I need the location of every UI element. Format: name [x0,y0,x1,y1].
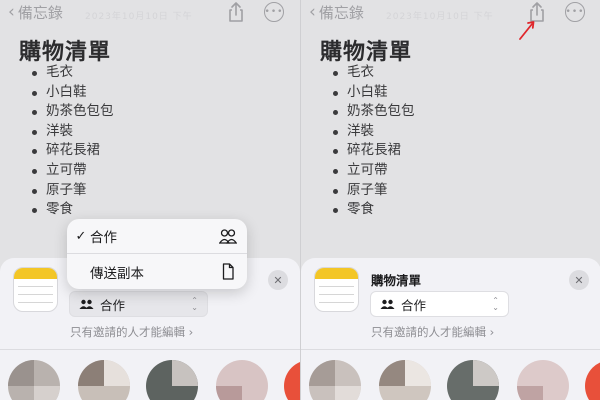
list-item: 毛衣 [32,63,114,83]
chevron-up-down-icon: ⌃ ⌄ [191,296,198,312]
document-icon [222,263,234,280]
menu-item-collaborate[interactable]: ✓ 合作 [67,219,247,254]
list-item: 碎花長裙 [333,141,415,161]
share-sheet-title: 購物清單 [371,273,422,288]
ellipsis-circle-icon[interactable]: ••• [565,2,585,22]
people-icon [79,299,94,309]
faded-note-date: 2023年10月10日 下午 [386,12,494,22]
list-item: 立可帶 [32,161,114,181]
collaboration-mode-select[interactable]: 合作 ⌃ ⌄ [69,291,208,317]
red-arrow-icon [519,21,535,40]
back-button[interactable]: ‹ 備忘錄 [309,2,364,23]
note-title: 購物清單 [320,40,413,65]
people-icon [380,299,395,309]
list-item: 碎花長裙 [32,141,114,161]
contact-avatar[interactable] [447,360,499,400]
menu-item-send-copy[interactable]: 傳送副本 [67,254,247,289]
list-item: 奶茶色包包 [333,102,415,122]
list-item: 小白鞋 [333,83,415,103]
ellipsis-circle-icon[interactable]: ••• [264,2,284,22]
collaboration-mode-label: 合作 [100,297,126,313]
close-icon[interactable]: ✕ [268,270,288,290]
chevron-up-down-icon: ⌃ ⌄ [492,296,499,312]
faded-note-date: 2023年10月10日 下午 [85,12,193,22]
navigation-bar: ‹ 備忘錄 2023年10月10日 下午 ••• [0,0,300,26]
chevron-left-icon: ‹ [8,2,15,22]
shopping-list: 毛衣 小白鞋 奶茶色包包 洋裝 碎花長裙 立可帶 原子筆 零食 [333,63,415,220]
divider [301,349,600,350]
note-title: 購物清單 [19,40,112,65]
contact-avatar[interactable] [379,360,431,400]
notes-app-icon [314,267,359,312]
divider [0,349,300,350]
invite-permission-link[interactable]: 只有邀請的人才能編輯 › [70,324,193,340]
list-item: 零食 [333,200,415,220]
collaboration-mode-select[interactable]: 合作 ⌃ ⌄ [370,291,509,317]
list-item: 立可帶 [333,161,415,181]
notes-app-icon [13,267,58,312]
collaboration-mode-label: 合作 [401,297,427,313]
checkmark-icon: ✓ [75,228,87,244]
close-icon[interactable]: ✕ [569,270,589,290]
back-label: 備忘錄 [17,4,63,22]
back-label: 備忘錄 [318,4,364,22]
list-item: 洋裝 [333,122,415,142]
list-item: 原子筆 [333,181,415,201]
list-item: 奶茶色包包 [32,102,114,122]
list-item: 洋裝 [32,122,114,142]
contact-avatar[interactable] [146,360,198,400]
list-item: 小白鞋 [32,83,114,103]
share-options-menu: ✓ 合作 傳送副本 [67,219,247,289]
chevron-left-icon: ‹ [309,2,316,22]
list-item: 原子筆 [32,181,114,201]
invite-permission-link[interactable]: 只有邀請的人才能編輯 › [371,324,494,340]
contact-avatar[interactable] [78,360,130,400]
people-icon [219,229,237,244]
list-item: 毛衣 [333,63,415,83]
back-button[interactable]: ‹ 備忘錄 [8,2,63,23]
right-screenshot-panel: ‹ 備忘錄 2023年10月10日 下午 ••• 購物清單 毛衣 小白鞋 奶茶色… [300,0,600,400]
menu-item-label: 傳送副本 [90,265,144,282]
left-screenshot-panel: ‹ 備忘錄 2023年10月10日 下午 ••• 購物清單 毛衣 小白鞋 奶茶色… [0,0,300,400]
menu-item-label: 合作 [90,230,117,246]
navigation-bar: ‹ 備忘錄 2023年10月10日 下午 ••• [301,0,600,40]
shopping-list: 毛衣 小白鞋 奶茶色包包 洋裝 碎花長裙 立可帶 原子筆 零食 [32,63,114,220]
share-icon[interactable] [226,1,246,23]
list-item: 零食 [32,200,114,220]
